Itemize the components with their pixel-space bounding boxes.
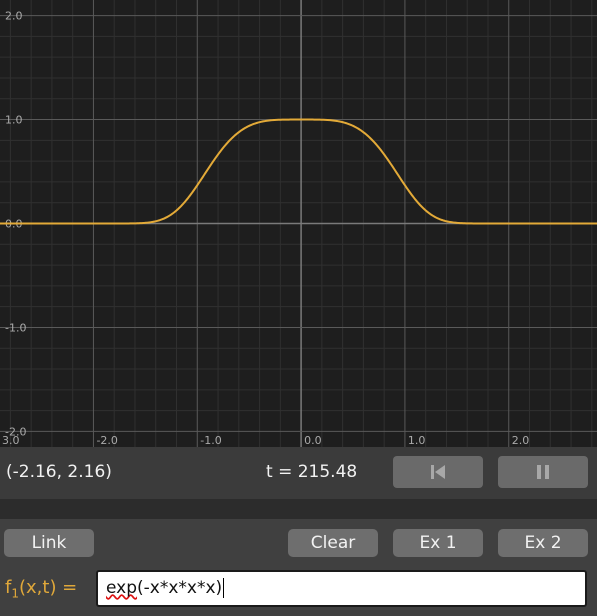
cursor-coordinates: (-2.16, 2.16)	[6, 462, 112, 482]
text-caret	[223, 578, 225, 598]
status-bar: (-2.16, 2.16) t = 215.48	[0, 447, 597, 499]
x-tick-label: -1.0	[200, 434, 221, 447]
skip-back-icon	[431, 465, 445, 479]
expression-rest: (-x*x*x*x)	[137, 578, 223, 598]
function-label-suffix: (x,t) =	[18, 577, 78, 598]
time-readout: t = 215.48	[266, 462, 358, 482]
controls-panel: Link Clear Ex 1 Ex 2 f1(x,t) = exp(-x*x*…	[0, 519, 597, 616]
y-tick-label: -1.0	[5, 321, 26, 334]
pause-icon	[537, 465, 549, 479]
x-tick-label: 1.0	[408, 434, 426, 447]
clear-button[interactable]: Clear	[288, 529, 378, 557]
function-label: f1(x,t) =	[5, 577, 77, 601]
function-plot[interactable]: 3.0 -2.0 -1.0 0.0 1.0 2.0 2.0 1.0 0.0 -1.0 -2.0	[0, 0, 597, 447]
example-2-button[interactable]: Ex 2	[498, 529, 588, 557]
y-tick-label: 2.0	[5, 10, 23, 23]
plot-canvas[interactable]: 3.0 -2.0 -1.0 0.0 1.0 2.02.01.00.0-1.0-2.0	[0, 0, 597, 447]
x-tick-label: -2.0	[96, 434, 117, 447]
example-1-button[interactable]: Ex 1	[393, 529, 483, 557]
expression-underlined-part: exp	[106, 578, 138, 598]
x-tick-label: 0.0	[304, 434, 322, 447]
link-button[interactable]: Link	[4, 529, 94, 557]
expression-input[interactable]: exp(-x*x*x*x)	[96, 570, 587, 607]
reset-button[interactable]	[393, 456, 483, 488]
y-tick-label: 1.0	[5, 114, 23, 127]
pause-button[interactable]	[498, 456, 588, 488]
function-curve	[0, 118, 597, 225]
x-tick-label: 2.0	[512, 434, 529, 447]
separator	[0, 499, 597, 519]
y-tick-label: -2.0	[5, 425, 26, 438]
function-label-subscript: 1	[11, 586, 19, 601]
